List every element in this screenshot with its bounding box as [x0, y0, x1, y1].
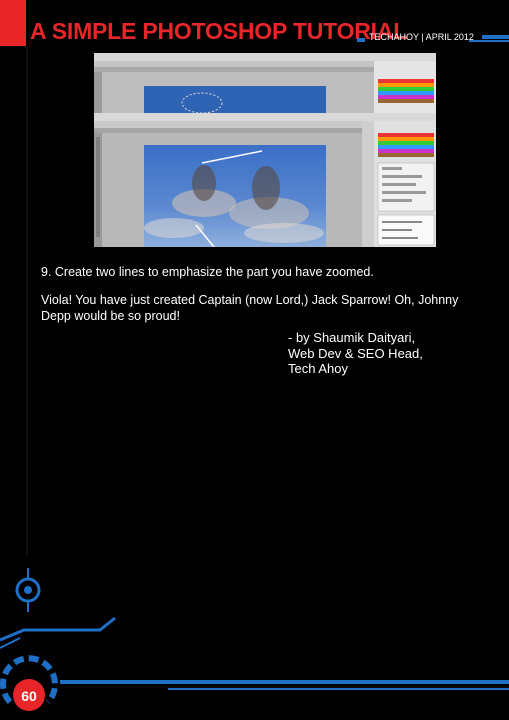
page-number: 60 [21, 688, 37, 704]
circuit-decoration [0, 46, 509, 711]
